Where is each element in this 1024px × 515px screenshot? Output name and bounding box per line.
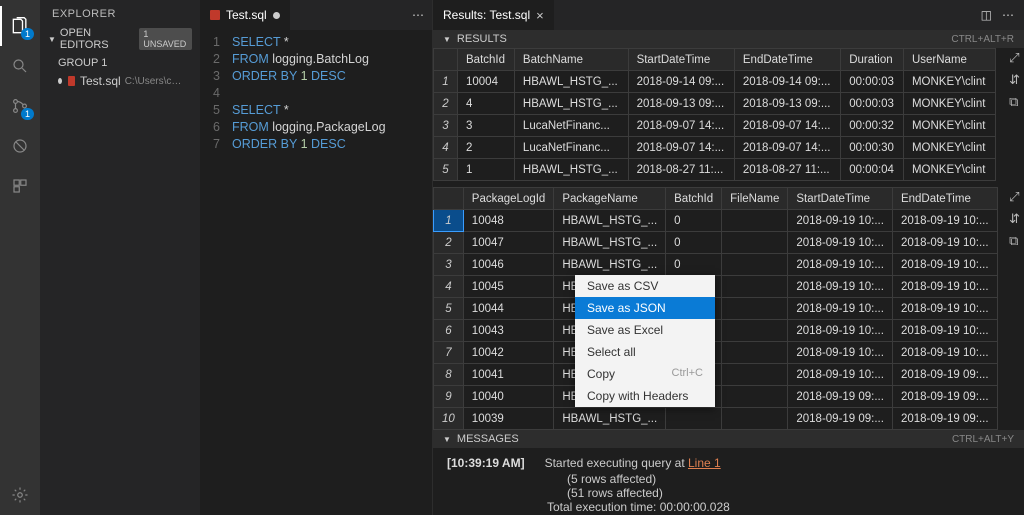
explorer-icon[interactable]: 1: [0, 6, 40, 46]
sidebar-title: EXPLORER: [40, 0, 200, 24]
batch-log-table[interactable]: BatchIdBatchNameStartDateTimeEndDateTime…: [433, 48, 996, 181]
editor-more-icon[interactable]: ⋯: [404, 8, 432, 22]
debug-icon[interactable]: [0, 126, 40, 166]
column-header[interactable]: EndDateTime: [734, 49, 840, 71]
chevron-down-icon: ▼: [443, 35, 451, 44]
messages-panel: [10:39:19 AM] Started executing query at…: [433, 448, 1024, 515]
table-row[interactable]: 1010039HBAWL_HSTG_...2018-09-19 09:...20…: [434, 408, 998, 430]
source-control-icon[interactable]: 1: [0, 86, 40, 126]
message-text: Total execution time: 00:00:00.028: [447, 500, 1010, 514]
messages-header[interactable]: ▼ MESSAGES CTRL+ALT+Y: [433, 430, 1024, 448]
extensions-icon[interactable]: [0, 166, 40, 206]
unsaved-tag: 1 UNSAVED: [139, 28, 192, 50]
table-row[interactable]: 33LucaNetFinanc...2018-09-07 14:...2018-…: [434, 115, 996, 137]
scm-badge: 1: [21, 108, 34, 120]
table-row[interactable]: 710042HB2018-09-19 10:...2018-09-19 10:.…: [434, 342, 998, 364]
column-header[interactable]: StartDateTime: [788, 188, 893, 210]
chevron-down-icon: ▼: [443, 435, 451, 444]
context-menu-item[interactable]: Save as CSV: [575, 275, 715, 297]
message-time: [10:39:19 AM]: [447, 456, 525, 470]
more-icon[interactable]: ⋯: [1002, 8, 1014, 22]
column-header[interactable]: EndDateTime: [892, 188, 997, 210]
results-header-label: RESULTS: [457, 33, 507, 45]
message-text: (51 rows affected): [447, 486, 1010, 500]
table-row[interactable]: 510044HB2018-09-19 10:...2018-09-19 10:.…: [434, 298, 998, 320]
column-header[interactable]: StartDateTime: [628, 49, 734, 71]
column-header[interactable]: PackageLogId: [463, 188, 554, 210]
chevron-down-icon: ▼: [48, 35, 56, 44]
maximize-icon[interactable]: ⤢: [1009, 189, 1020, 205]
activity-bar: 1 1: [0, 0, 40, 515]
column-header[interactable]: FileName: [722, 188, 788, 210]
column-header[interactable]: PackageName: [554, 188, 666, 210]
modified-indicator-icon: [273, 12, 280, 19]
close-icon[interactable]: ×: [536, 8, 544, 23]
file-name: Test.sql: [80, 74, 121, 88]
tab-results[interactable]: Results: Test.sql ×: [433, 0, 554, 30]
results-tabs: Results: Test.sql × ◫ ⋯: [433, 0, 1024, 30]
messages-header-label: MESSAGES: [457, 433, 519, 445]
table-row[interactable]: 51HBAWL_HSTG_...2018-08-27 11:...2018-08…: [434, 159, 996, 181]
column-header[interactable]: BatchId: [666, 188, 722, 210]
messages-shortcut: CTRL+ALT+Y: [952, 434, 1014, 445]
open-editors-header[interactable]: ▼ OPEN EDITORS 1 UNSAVED: [40, 24, 200, 54]
context-menu-item[interactable]: Select all: [575, 341, 715, 363]
table-row[interactable]: 42LucaNetFinanc...2018-09-07 14:...2018-…: [434, 137, 996, 159]
open-editors-label: OPEN EDITORS: [60, 27, 133, 51]
column-header[interactable]: BatchName: [514, 49, 628, 71]
explorer-sidebar: EXPLORER ▼ OPEN EDITORS 1 UNSAVED GROUP …: [40, 0, 200, 515]
chart-icon[interactable]: ⧉: [1009, 233, 1020, 249]
result-grid-1: BatchIdBatchNameStartDateTimeEndDateTime…: [433, 48, 1024, 181]
context-menu-item[interactable]: Save as Excel: [575, 319, 715, 341]
context-menu-item[interactable]: Copy with Headers: [575, 385, 715, 407]
column-header[interactable]: UserName: [903, 49, 995, 71]
table-row[interactable]: 110048HBAWL_HSTG_...02018-09-19 10:...20…: [434, 210, 998, 232]
maximize-icon[interactable]: ⤢: [1009, 50, 1020, 66]
settings-icon[interactable]: [0, 475, 40, 515]
file-path: C:\Users\clint\Do...: [125, 76, 182, 87]
explorer-badge: 1: [21, 28, 34, 40]
export-icon[interactable]: ⇵: [1009, 72, 1020, 88]
results-pane: Results: Test.sql × ◫ ⋯ ▼ RESULTS CTRL+A…: [432, 0, 1024, 515]
split-editor-icon[interactable]: ◫: [981, 8, 992, 22]
table-row[interactable]: 910040HBAWL_HSTG_...02018-09-19 09:...20…: [434, 386, 998, 408]
chart-icon[interactable]: ⧉: [1009, 94, 1020, 110]
message-text: Started executing query at Line 1: [545, 456, 721, 470]
column-header[interactable]: Duration: [841, 49, 904, 71]
export-icon[interactable]: ⇵: [1009, 211, 1020, 227]
table-row[interactable]: 310046HBAWL_HSTG_...02018-09-19 10:...20…: [434, 254, 998, 276]
open-editor-file[interactable]: Test.sql C:\Users\clint\Do...: [40, 72, 200, 90]
column-header[interactable]: BatchId: [458, 49, 515, 71]
table-row[interactable]: 110004HBAWL_HSTG_...2018-09-14 09:...201…: [434, 71, 996, 93]
code-editor[interactable]: 1SELECT *2FROM logging.BatchLog3ORDER BY…: [200, 30, 432, 157]
modified-indicator-icon: [58, 78, 62, 84]
result-grid-2: PackageLogIdPackageNameBatchIdFileNameSt…: [433, 187, 1024, 430]
table-row[interactable]: 210047HBAWL_HSTG_...02018-09-19 10:...20…: [434, 232, 998, 254]
tab-test-sql[interactable]: Test.sql: [200, 0, 290, 30]
results-tab-label: Results: Test.sql: [443, 8, 530, 22]
table-row[interactable]: 410045HB2018-09-19 10:...2018-09-19 10:.…: [434, 276, 998, 298]
sql-file-icon: [68, 76, 75, 86]
context-menu: Save as CSVSave as JSONSave as ExcelSele…: [575, 275, 715, 407]
package-log-table[interactable]: PackageLogIdPackageNameBatchIdFileNameSt…: [433, 187, 998, 430]
table-row[interactable]: 24HBAWL_HSTG_...2018-09-13 09:...2018-09…: [434, 93, 996, 115]
table-row[interactable]: 810041HB2018-09-19 10:...2018-09-19 09:.…: [434, 364, 998, 386]
sql-file-icon: [210, 10, 220, 20]
line-link[interactable]: Line 1: [688, 456, 721, 470]
editor-pane: Test.sql ⋯ 1SELECT *2FROM logging.BatchL…: [200, 0, 432, 515]
table-row[interactable]: 610043HB2018-09-19 10:...2018-09-19 10:.…: [434, 320, 998, 342]
results-shortcut: CTRL+ALT+R: [951, 34, 1014, 45]
results-header[interactable]: ▼ RESULTS CTRL+ALT+R: [433, 30, 1024, 48]
search-icon[interactable]: [0, 46, 40, 86]
tab-label: Test.sql: [226, 8, 267, 22]
message-text: (5 rows affected): [447, 472, 1010, 486]
editor-tabs: Test.sql ⋯: [200, 0, 432, 30]
group-label: GROUP 1: [40, 54, 200, 72]
context-menu-item[interactable]: Save as JSON: [575, 297, 715, 319]
context-menu-item[interactable]: CopyCtrl+C: [575, 363, 715, 385]
